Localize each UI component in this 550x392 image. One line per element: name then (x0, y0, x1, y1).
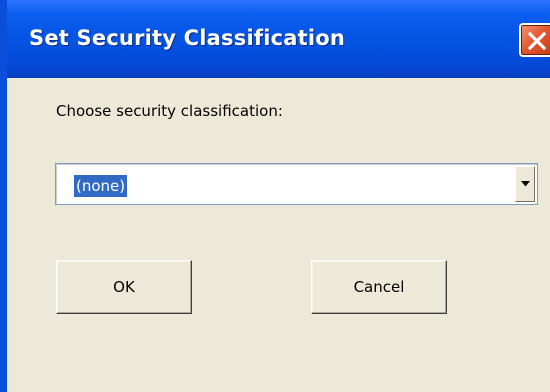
dialog-window: Set Security Classification Choose secur… (0, 0, 550, 392)
close-icon (527, 31, 547, 51)
cancel-button[interactable]: Cancel (311, 260, 447, 314)
title-bar[interactable]: Set Security Classification (7, 0, 550, 78)
close-button[interactable] (519, 23, 550, 57)
dialog-body: Choose security classification: (none) O… (14, 78, 550, 392)
classification-prompt-label: Choose security classification: (56, 102, 283, 120)
chevron-down-icon (521, 181, 530, 187)
security-classification-select[interactable]: (none) (55, 163, 538, 205)
selected-classification-value: (none) (74, 175, 128, 197)
dialog-title: Set Security Classification (29, 26, 346, 50)
ok-button[interactable]: OK (56, 260, 192, 314)
dropdown-button[interactable] (515, 166, 535, 202)
